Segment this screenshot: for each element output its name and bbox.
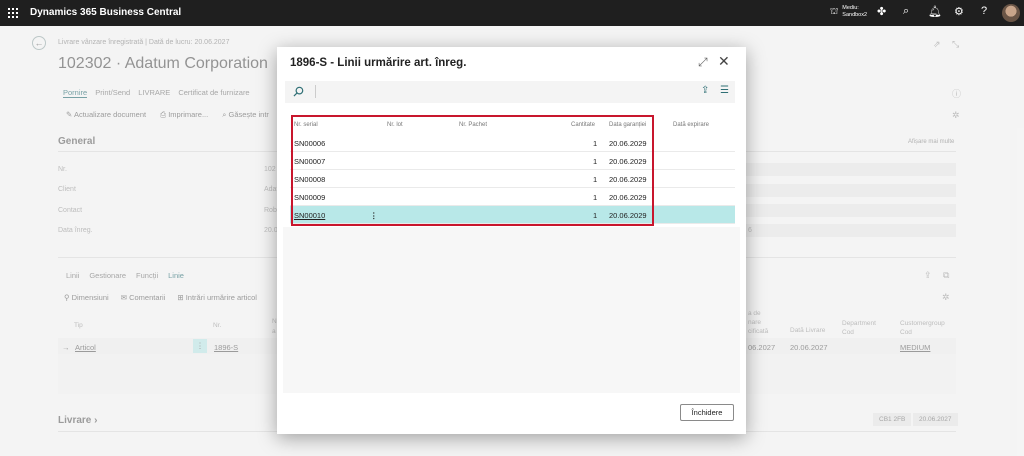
search-icon[interactable]: ⌕ <box>903 5 909 18</box>
column-header-expiry[interactable]: Dată expirare <box>673 122 709 128</box>
expand-icon[interactable]: ⤢ <box>698 55 708 70</box>
top-bar: Dynamics 365 Business Central ⛫ Mediu: Sa… <box>0 0 1024 26</box>
share-icon[interactable]: ⇪ <box>701 85 709 96</box>
avatar[interactable] <box>1002 4 1020 22</box>
app-title[interactable]: Dynamics 365 Business Central <box>30 7 181 18</box>
toolbar-separator <box>315 85 316 98</box>
environment-icon: ⛫ <box>830 6 839 16</box>
close-icon[interactable]: ✕ <box>718 53 730 70</box>
copilot-icon[interactable]: ✤ <box>877 5 886 18</box>
item-tracking-dialog: 1896-S - Linii urmărire art. înreg. ⤢ ✕ … <box>277 47 746 434</box>
waffle-icon[interactable] <box>8 8 18 18</box>
dialog-title: 1896-S - Linii urmărire art. înreg. <box>290 57 467 69</box>
environment-line2: Sandbox2 <box>842 12 868 18</box>
dialog-toolbar: ⇪ ☰ <box>285 81 735 103</box>
environment-line1: Mediu: <box>842 5 859 11</box>
search-icon[interactable] <box>293 86 304 97</box>
bell-icon[interactable]: 🔔︎ <box>928 5 942 18</box>
help-icon[interactable]: ? <box>981 5 987 17</box>
list-view-icon[interactable]: ☰ <box>720 85 729 96</box>
table-empty-area <box>283 227 740 393</box>
highlight-annotation <box>291 115 654 226</box>
environment-badge[interactable]: ⛫ Mediu: Sandbox2 <box>830 5 867 19</box>
gear-icon[interactable]: ⚙ <box>954 5 964 18</box>
close-button[interactable]: Închidere <box>680 404 734 421</box>
